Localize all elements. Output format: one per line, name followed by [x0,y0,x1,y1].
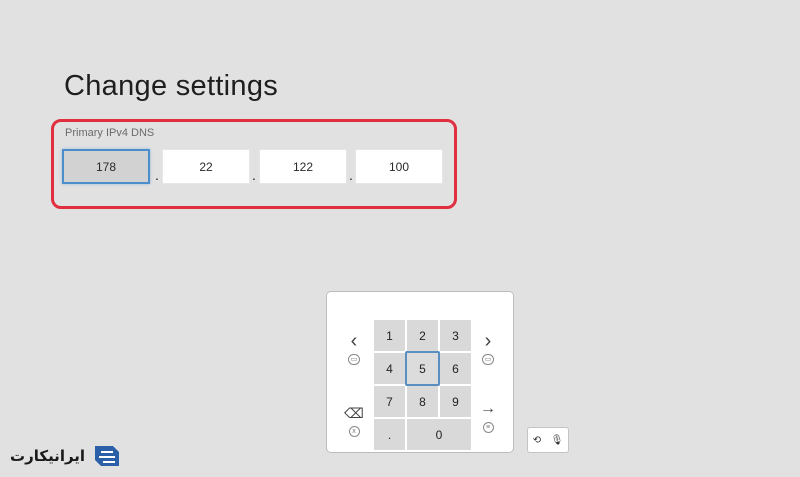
octet-separator: . [155,167,159,183]
move-right-button[interactable]: › ▭ [475,330,501,370]
right-bumper-hint-icon: ▭ [481,354,495,365]
key-0[interactable]: 0 [407,419,471,450]
brand-logo: ایرانیکارت [10,441,123,471]
arrow-right-icon: → [480,400,496,417]
dns-octet-2[interactable]: 22 [162,149,250,184]
key-dot[interactable]: . [374,419,405,450]
key-9[interactable]: 9 [440,386,471,417]
dns-octet-3[interactable]: 122 [259,149,347,184]
key-3[interactable]: 3 [440,320,471,351]
numeric-keypad: ‹ ▭ ⌫ x 1 2 3 4 5 6 7 8 9 . 0 › ▭ → ≡ [326,291,514,453]
move-left-button[interactable]: ‹ ▭ [341,330,367,370]
left-bumper-hint-icon: ▭ [347,354,361,365]
chevron-left-icon: ‹ [350,330,358,352]
key-8[interactable]: 8 [407,386,438,417]
key-7[interactable]: 7 [374,386,405,417]
switch-layout-icon[interactable]: ⟲ [533,435,541,446]
x-button-hint-icon: x [348,426,360,437]
octet-separator: . [349,167,353,183]
card-logo-icon [95,446,120,466]
page-title: Change settings [64,70,279,102]
octet-separator: . [252,167,256,183]
menu-button-hint-icon: ≡ [482,422,494,433]
chevron-right-icon: › [484,330,492,352]
dns-field-label: Primary IPv4 DNS [65,127,155,139]
enter-button[interactable]: → ≡ [475,398,501,438]
backspace-icon: ⌫ [344,405,364,421]
logo-text: ایرانیکارت [10,447,86,465]
key-2[interactable]: 2 [407,320,438,351]
backspace-button[interactable]: ⌫ x [341,402,367,442]
key-4[interactable]: 4 [374,353,405,384]
dns-octet-1[interactable]: 178 [62,149,150,184]
key-5[interactable]: 5 [405,351,440,386]
microphone-icon[interactable]: 🎙 [551,435,564,446]
keyboard-mini-toolbar: ⟲ 🎙 [527,427,569,453]
key-6[interactable]: 6 [440,353,471,384]
dns-octet-4[interactable]: 100 [355,149,443,184]
key-1[interactable]: 1 [374,320,405,351]
